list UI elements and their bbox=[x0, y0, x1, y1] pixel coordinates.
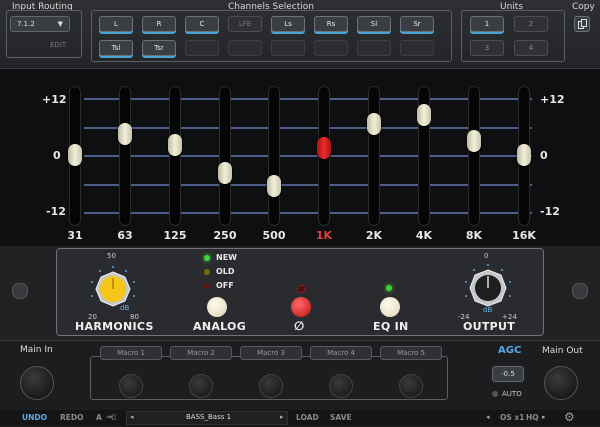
fader-handle-16k[interactable] bbox=[517, 144, 531, 166]
phase-button[interactable] bbox=[291, 297, 311, 317]
auto-button[interactable]: AUTO bbox=[502, 390, 522, 398]
analog-options: NEW OLD OFF bbox=[204, 253, 264, 294]
undo-button[interactable]: UNDO bbox=[22, 413, 47, 422]
load-button[interactable]: LOAD bbox=[296, 413, 319, 422]
fader-handle-125[interactable] bbox=[168, 133, 182, 156]
preset-prev-icon[interactable]: ◂ bbox=[130, 413, 134, 421]
macro-knob-1[interactable] bbox=[119, 374, 143, 398]
analog-button[interactable] bbox=[207, 297, 227, 317]
analog-led-off bbox=[204, 283, 210, 289]
screw-left bbox=[12, 283, 28, 299]
agc-label: AGC bbox=[498, 345, 522, 356]
save-button[interactable]: SAVE bbox=[330, 413, 352, 422]
oversampling-value[interactable]: OS x1 bbox=[500, 413, 524, 422]
fader-handle-500[interactable] bbox=[267, 174, 281, 197]
band-freq-label: 4K bbox=[415, 229, 433, 242]
analog-label: ANALOG bbox=[193, 320, 247, 333]
analog-option-old[interactable]: OLD bbox=[216, 267, 235, 276]
main-out-label: Main Out bbox=[542, 346, 583, 356]
fader-track-125 bbox=[169, 86, 181, 226]
auto-led bbox=[492, 391, 498, 397]
fader-handle-2k[interactable] bbox=[367, 113, 381, 136]
output-unit: dB bbox=[483, 306, 493, 314]
eq-bands: 31 63 125 250 500 1K 2K 4K 8K 16K bbox=[0, 0, 600, 246]
fader-handle-8k[interactable] bbox=[467, 129, 481, 152]
harmonics-unit: dB bbox=[120, 304, 130, 312]
macro-knob-4[interactable] bbox=[329, 374, 353, 398]
fader-track-250 bbox=[219, 86, 231, 226]
macro-knob-2[interactable] bbox=[189, 374, 213, 398]
macro-button-4[interactable]: Macro 4 bbox=[310, 346, 372, 360]
output-zero-label: 0 bbox=[484, 252, 489, 260]
macro-knob-5[interactable] bbox=[399, 374, 423, 398]
harmonics-max-label: 50 bbox=[107, 252, 116, 260]
band-freq-label: 2K bbox=[365, 229, 383, 242]
redo-button[interactable]: REDO bbox=[60, 413, 84, 422]
band-freq-label: 31 bbox=[67, 229, 83, 242]
band-freq-label: 250 bbox=[213, 229, 237, 242]
eq-in-led bbox=[386, 285, 392, 291]
phase-invert-icon: ∅ bbox=[294, 319, 305, 333]
os-prev-icon[interactable]: ◂ bbox=[486, 413, 490, 421]
band-freq-label: 1K bbox=[315, 229, 333, 242]
hq-toggle[interactable]: HQ bbox=[526, 413, 539, 422]
fader-track-500 bbox=[268, 86, 280, 226]
fader-handle-63[interactable] bbox=[118, 122, 132, 145]
macro-button-1[interactable]: Macro 1 bbox=[100, 346, 162, 360]
agc-value-field[interactable]: -0.5 bbox=[492, 366, 524, 382]
screw-right bbox=[572, 283, 588, 299]
macro-knob-3[interactable] bbox=[259, 374, 283, 398]
analog-led-old bbox=[204, 269, 210, 275]
fader-handle-1k[interactable] bbox=[317, 136, 331, 159]
eq-in-button[interactable] bbox=[380, 297, 400, 317]
preset-name: BASS_Bass 1 bbox=[186, 413, 232, 421]
macro-button-5[interactable]: Macro 5 bbox=[380, 346, 442, 360]
main-in-label: Main In bbox=[20, 345, 53, 355]
analog-option-off[interactable]: OFF bbox=[216, 281, 234, 290]
band-freq-label: 16K bbox=[512, 229, 536, 242]
os-next-icon[interactable]: ▸ bbox=[542, 413, 546, 421]
fader-track-8k bbox=[468, 86, 480, 226]
ab-compare-button[interactable]: A bbox=[96, 413, 102, 422]
harmonics-label: HARMONICS bbox=[75, 320, 154, 333]
main-out-knob[interactable] bbox=[544, 366, 578, 400]
harmonics-knob[interactable] bbox=[88, 264, 138, 314]
band-freq-label: 125 bbox=[163, 229, 187, 242]
fader-track-63 bbox=[119, 86, 131, 226]
macro-button-3[interactable]: Macro 3 bbox=[240, 346, 302, 360]
eq-in-label: EQ IN bbox=[373, 320, 409, 333]
fader-track-2k bbox=[368, 86, 380, 226]
gear-icon[interactable]: ⚙ bbox=[564, 410, 575, 424]
analog-option-new[interactable]: NEW bbox=[216, 253, 237, 262]
band-freq-label: 500 bbox=[262, 229, 286, 242]
fader-handle-250[interactable] bbox=[218, 162, 232, 185]
phase-led bbox=[297, 285, 305, 293]
macro-button-2[interactable]: Macro 2 bbox=[170, 346, 232, 360]
band-freq-label: 63 bbox=[117, 229, 133, 242]
band-freq-label: 8K bbox=[465, 229, 483, 242]
analog-led-new bbox=[204, 255, 210, 261]
fader-handle-4k[interactable] bbox=[417, 103, 431, 126]
main-in-knob[interactable] bbox=[20, 366, 54, 400]
preset-next-icon[interactable]: ▸ bbox=[280, 413, 284, 421]
output-label: OUTPUT bbox=[463, 320, 516, 333]
fader-handle-31[interactable] bbox=[68, 144, 82, 166]
ab-copy-icon[interactable]: ⇥▯ bbox=[106, 413, 116, 421]
macros: Macro 1 Macro 2 Macro 3 Macro 4 Macro 5 bbox=[100, 346, 450, 402]
